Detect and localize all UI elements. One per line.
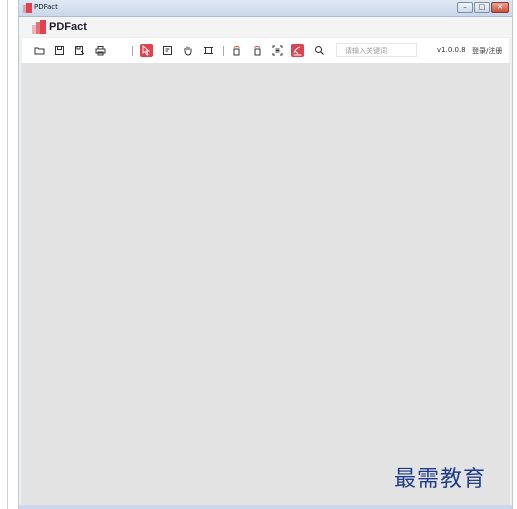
rotate-right-icon[interactable] xyxy=(251,44,264,57)
version-label: v1.0.0.8 xyxy=(437,46,466,54)
toolbar-separator xyxy=(223,46,224,56)
print-icon[interactable] xyxy=(94,44,107,57)
toolbar-separator xyxy=(132,46,133,56)
document-workspace[interactable] xyxy=(21,63,510,505)
text-select-icon[interactable] xyxy=(161,44,174,57)
select-cursor-icon[interactable] xyxy=(140,44,153,57)
close-button[interactable]: ✕ xyxy=(491,2,509,13)
app-header: PDFact xyxy=(19,17,512,37)
watermark-text: 最需教育 xyxy=(394,467,487,492)
save-icon[interactable] xyxy=(53,44,66,57)
pdfact-logo-icon xyxy=(32,20,46,34)
toolbar: 请输入关键词 v1.0.0.8 登录/注册 xyxy=(22,38,509,63)
search-input[interactable]: 请输入关键词 xyxy=(336,43,417,57)
crop-icon[interactable] xyxy=(202,44,215,57)
app-logo-icon xyxy=(23,3,32,13)
title-bar[interactable]: PDFact – □ ✕ xyxy=(19,0,512,17)
login-register-link[interactable]: 登录/注册 xyxy=(472,46,502,56)
open-folder-icon[interactable] xyxy=(33,44,46,57)
rotate-left-icon[interactable] xyxy=(230,44,243,57)
window-title: PDFact xyxy=(34,3,58,11)
window-controls: – □ ✕ xyxy=(457,2,509,13)
search-icon[interactable] xyxy=(313,44,326,57)
left-edge-line xyxy=(7,0,8,509)
hand-pan-icon[interactable] xyxy=(181,44,194,57)
app-window: PDFact – □ ✕ PDFact 请输入关键词 v1.0.0.8 登录/注… xyxy=(18,0,513,509)
minimize-button[interactable]: – xyxy=(457,2,473,13)
fit-page-icon[interactable] xyxy=(271,44,284,57)
app-name: PDFact xyxy=(49,21,87,33)
save-as-icon[interactable] xyxy=(73,44,86,57)
sign-icon[interactable] xyxy=(291,44,304,57)
window-bottom-border xyxy=(19,505,512,509)
maximize-button[interactable]: □ xyxy=(474,2,490,13)
